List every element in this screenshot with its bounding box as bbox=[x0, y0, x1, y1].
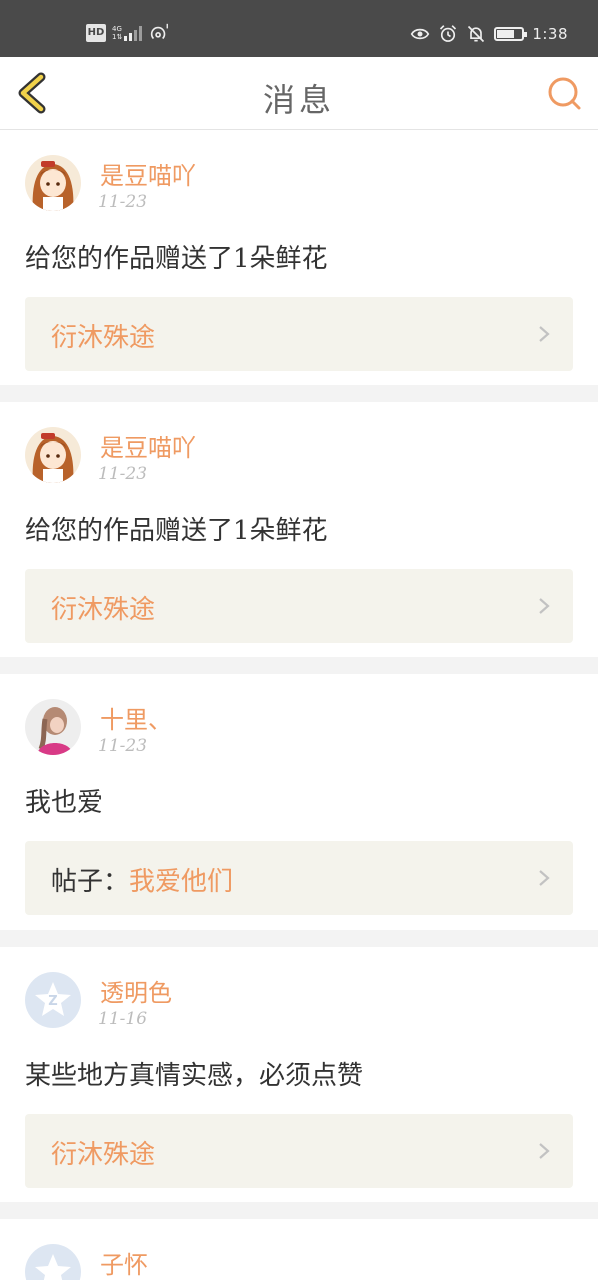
anime-girl-avatar bbox=[25, 427, 81, 483]
network-sub-label: 1⇅ bbox=[112, 33, 123, 41]
username[interactable]: 是豆喵吖 bbox=[100, 156, 196, 191]
message-text: 给您的作品赠送了1朵鲜花 bbox=[25, 516, 328, 546]
referenced-work-link[interactable]: 衍沐殊途 bbox=[25, 297, 573, 371]
message-date: 11-16 bbox=[98, 1009, 148, 1029]
hotspot-icon bbox=[151, 23, 169, 40]
default-z-avatar bbox=[25, 1244, 81, 1280]
message-text: 某些地方真情实感，必须点赞 bbox=[25, 1061, 364, 1091]
referenced-post-link[interactable]: 帖子：我爱他们 bbox=[25, 841, 573, 915]
message-card[interactable]: 子怀 bbox=[0, 1219, 598, 1280]
braided-girl-avatar bbox=[25, 699, 81, 755]
svg-text:Z: Z bbox=[48, 994, 57, 1009]
user-avatar[interactable] bbox=[25, 699, 81, 755]
status-bar: HD 4G 1⇅ 1:38 bbox=[0, 0, 598, 57]
search-button[interactable] bbox=[544, 73, 584, 113]
eye-icon bbox=[411, 28, 430, 40]
message-text: 我也爱 bbox=[25, 788, 104, 818]
anime-girl-avatar bbox=[25, 155, 81, 211]
message-card[interactable]: 是豆喵吖 11-23 给您的作品赠送了1朵鲜花 衍沐殊途 bbox=[0, 402, 598, 657]
message-text: 给您的作品赠送了1朵鲜花 bbox=[25, 244, 328, 274]
ref-title: 衍沐殊途 bbox=[51, 323, 156, 353]
user-avatar[interactable] bbox=[25, 1244, 81, 1280]
bell-off-icon bbox=[468, 25, 485, 43]
chevron-right-icon bbox=[539, 598, 550, 614]
chevron-right-icon bbox=[539, 870, 550, 886]
battery-icon bbox=[494, 27, 528, 41]
referenced-work-link[interactable]: 衍沐殊途 bbox=[25, 1114, 573, 1188]
network-type-label: 4G bbox=[112, 25, 122, 33]
ref-label: 帖子：我爱他们 bbox=[51, 861, 233, 898]
message-card[interactable]: 十里、 11-23 我也爱 帖子：我爱他们 bbox=[0, 674, 598, 930]
ref-label: 衍沐殊途 bbox=[51, 589, 155, 626]
chevron-right-icon bbox=[539, 326, 550, 342]
message-date: 11-23 bbox=[98, 192, 148, 212]
referenced-work-link[interactable]: 衍沐殊途 bbox=[25, 569, 573, 643]
cellular-signal-icon: 4G 1⇅ bbox=[112, 25, 143, 41]
username[interactable]: 透明色 bbox=[100, 973, 172, 1008]
username[interactable]: 是豆喵吖 bbox=[100, 428, 196, 463]
message-card[interactable]: Z 透明色 11-16 某些地方真情实感，必须点赞 衍沐殊途 bbox=[0, 947, 598, 1202]
message-card[interactable]: 是豆喵吖 11-23 给您的作品赠送了1朵鲜花 衍沐殊途 bbox=[0, 130, 598, 385]
default-z-avatar: Z bbox=[25, 972, 81, 1028]
user-avatar[interactable] bbox=[25, 427, 81, 483]
message-date: 11-23 bbox=[98, 736, 148, 756]
clock-time: 1:38 bbox=[532, 25, 568, 43]
username[interactable]: 子怀 bbox=[100, 1245, 148, 1280]
status-right: 1:38 bbox=[410, 24, 568, 44]
status-left: HD 4G 1⇅ bbox=[86, 22, 170, 44]
chevron-right-icon bbox=[539, 1143, 550, 1159]
user-avatar[interactable]: Z bbox=[25, 972, 81, 1028]
message-date: 11-23 bbox=[98, 464, 148, 484]
hd-badge: HD bbox=[86, 24, 106, 42]
user-avatar[interactable] bbox=[25, 155, 81, 211]
username[interactable]: 十里、 bbox=[100, 700, 172, 735]
ref-title: 衍沐殊途 bbox=[51, 595, 156, 625]
ref-title: 衍沐殊途 bbox=[51, 1140, 156, 1170]
ref-prefix: 帖子： bbox=[51, 867, 130, 897]
alarm-icon bbox=[440, 25, 457, 42]
ref-label: 衍沐殊途 bbox=[51, 317, 155, 354]
page-title: 消息 bbox=[262, 81, 335, 119]
ref-label: 衍沐殊途 bbox=[51, 1134, 155, 1171]
header-bar: 消息 bbox=[0, 57, 598, 130]
ref-title: 我爱他们 bbox=[129, 867, 234, 897]
